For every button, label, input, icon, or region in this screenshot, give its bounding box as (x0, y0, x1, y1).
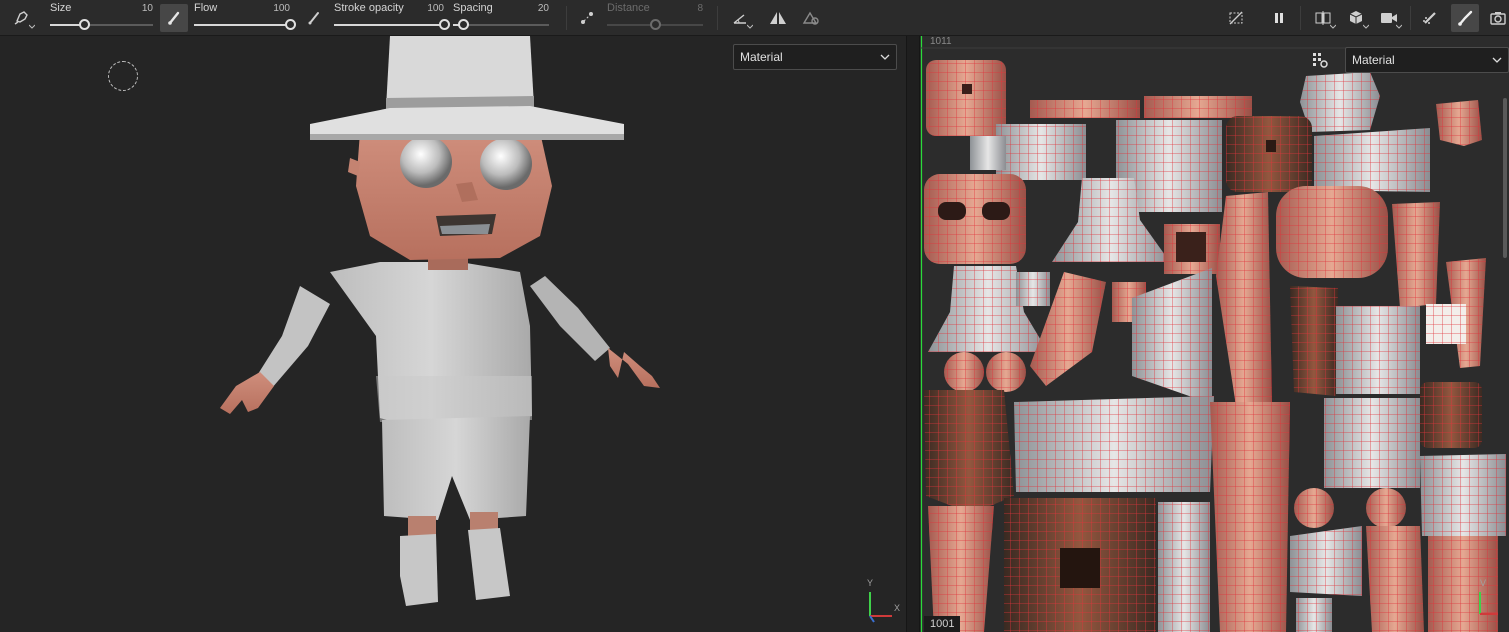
size-slider-handle[interactable] (78, 19, 90, 30)
viewport-splitter[interactable] (906, 36, 920, 632)
right-hand (608, 348, 660, 388)
view-split-icon[interactable] (1309, 4, 1337, 32)
stroke-opacity-slider[interactable]: Stroke opacity 100 (334, 0, 450, 36)
pause-icon[interactable] (1265, 4, 1293, 32)
active-brush-icon[interactable] (1451, 4, 1479, 32)
toolbar-separator (1410, 6, 1411, 30)
hat-brim-edge (310, 134, 624, 140)
viewport-3d[interactable]: Material Y X (0, 36, 906, 632)
paint-brush-icon[interactable] (1416, 4, 1444, 32)
toolbar-separator (717, 6, 718, 30)
distance-slider: Distance 8 (607, 0, 703, 36)
toolbar-separator (1300, 6, 1301, 30)
lazy-mouse-icon[interactable] (573, 4, 601, 32)
right-arm (530, 276, 610, 361)
distance-slider-handle (650, 19, 661, 30)
brush-mode-icon[interactable] (160, 4, 188, 32)
uv-layout (920, 36, 1509, 632)
size-value: 10 (141, 3, 153, 14)
material-dropdown-3d[interactable]: Material (733, 44, 897, 70)
hide-uv-icon[interactable] (1222, 4, 1250, 32)
spacing-slider-handle[interactable] (457, 19, 469, 30)
distance-value: 8 (697, 3, 703, 14)
uv-axis-icon (1479, 592, 1498, 615)
uv-islands (924, 60, 1506, 632)
uv-scrollbar[interactable] (1503, 98, 1507, 258)
viewport-2d[interactable]: 1011 Material 1001 V (920, 36, 1509, 632)
left-hand (220, 372, 274, 414)
axis-gizmo-2d: V (1476, 578, 1506, 618)
material-dropdown-2d-label: Material (1352, 53, 1395, 67)
size-slider[interactable]: Size 10 (50, 0, 153, 36)
udim-tile-label-top: 1011 (930, 36, 952, 47)
paint-flow-icon[interactable] (300, 4, 328, 32)
flow-slider-handle[interactable] (285, 19, 296, 30)
uv-display-options-icon[interactable] (1312, 52, 1328, 68)
symmetry-icon[interactable] (764, 4, 792, 32)
spacing-label: Spacing (453, 2, 493, 14)
axis-gizmo-icon (869, 592, 892, 623)
flow-label: Flow (194, 2, 218, 14)
camera-icon[interactable] (1375, 4, 1403, 32)
udim-tile-label-bottom: 1001 (924, 616, 961, 632)
chevron-down-icon (1492, 57, 1502, 63)
toolbar-separator (566, 6, 567, 30)
spacing-slider[interactable]: Spacing 20 (453, 0, 549, 36)
stamp-brush-icon[interactable] (8, 4, 36, 32)
chevron-down-icon (880, 54, 890, 60)
axis-v-label: V (1480, 578, 1487, 588)
brush-cursor (108, 61, 138, 91)
material-dropdown-3d-label: Material (740, 50, 783, 64)
stroke-opacity-label: Stroke opacity (334, 2, 404, 14)
axis-gizmo-3d: Y X (862, 578, 902, 623)
tool-properties-toolbar: Size 10 Flow 100 Stroke opacity 100 Spac… (0, 0, 1509, 36)
material-dropdown-2d[interactable]: Material (1345, 47, 1509, 73)
shorts (382, 416, 530, 520)
axis-x-label: X (894, 603, 901, 613)
stroke-opacity-value: 100 (427, 3, 444, 14)
cube-view-icon[interactable] (1342, 4, 1370, 32)
left-shoe (400, 534, 438, 606)
left-eye (400, 136, 452, 188)
spacing-value: 20 (537, 3, 549, 14)
shirt-hem (376, 376, 532, 422)
flow-slider[interactable]: Flow 100 (194, 0, 296, 36)
right-eye (480, 138, 532, 190)
line-angle-icon[interactable] (726, 4, 754, 32)
right-shoe (468, 528, 510, 600)
position-jitter-icon[interactable] (797, 4, 825, 32)
size-label: Size (50, 2, 72, 14)
stroke-opacity-slider-handle[interactable] (439, 19, 450, 30)
left-arm (258, 286, 330, 388)
character-model[interactable] (200, 36, 680, 632)
distance-label: Distance (607, 2, 650, 14)
flow-value: 100 (273, 3, 290, 14)
screenshot-icon[interactable] (1487, 4, 1509, 32)
